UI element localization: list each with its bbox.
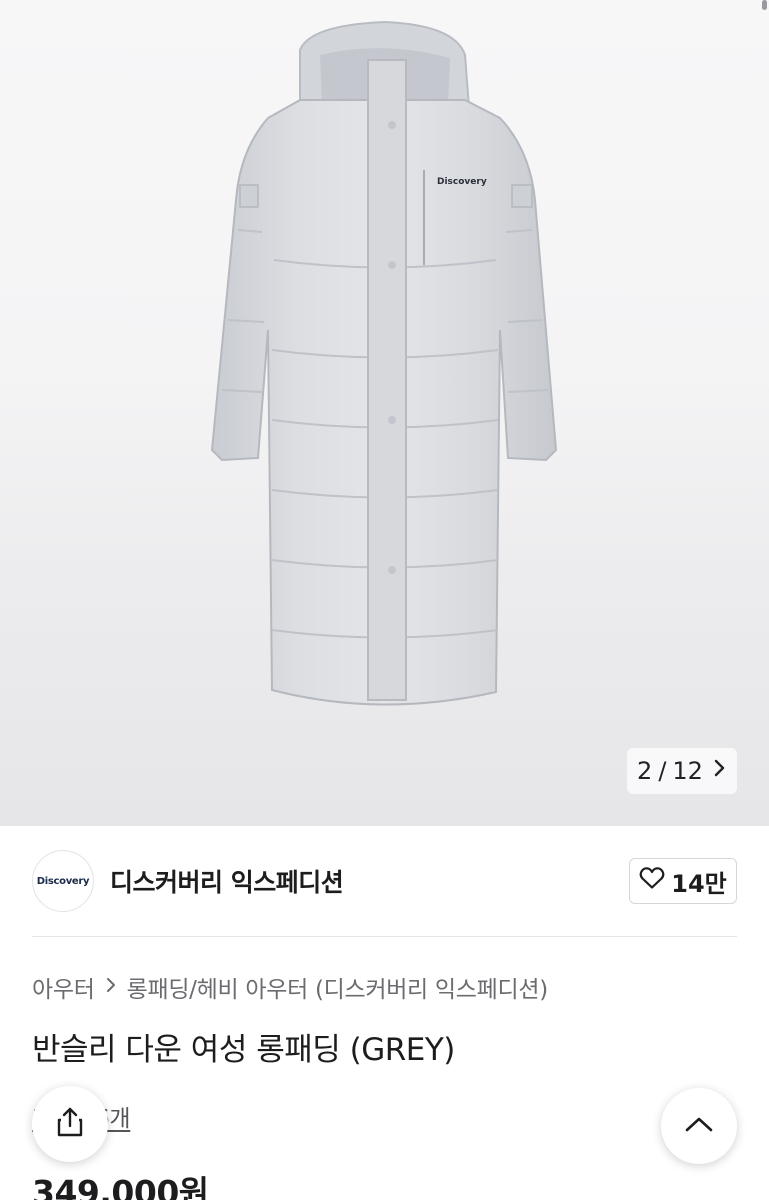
product-title: 반슬리 다운 여성 롱패딩 (GREY) xyxy=(32,1032,455,1068)
breadcrumb: 아우터 롱패딩/헤비 아우터 (디스커버리 익스페디션) xyxy=(32,970,548,1004)
product-price: 349,000원 xyxy=(32,1173,209,1200)
current-image-index: 2 xyxy=(637,757,653,785)
like-button[interactable]: 14만 xyxy=(629,858,737,904)
heart-icon xyxy=(639,866,665,896)
chevron-right-icon xyxy=(105,975,117,999)
breadcrumb-category[interactable]: 아우터 xyxy=(32,970,95,1004)
brand-logo[interactable]: Discovery xyxy=(32,850,94,912)
share-button[interactable] xyxy=(32,1086,108,1162)
total-image-count: 12 xyxy=(672,757,703,785)
share-icon xyxy=(55,1106,85,1142)
divider xyxy=(32,936,737,937)
chevron-up-icon xyxy=(684,1115,714,1137)
like-count: 14만 xyxy=(671,869,727,898)
chevron-right-icon xyxy=(713,758,727,784)
brand-name[interactable]: 디스커버리 익스페디션 xyxy=(110,863,344,899)
brand-logo-text: Discovery xyxy=(36,875,90,887)
scroll-to-top-button[interactable] xyxy=(661,1088,737,1164)
product-image-carousel[interactable]: Discovery 2 / 12 xyxy=(0,0,769,826)
scroll-indicator xyxy=(762,0,767,10)
brand-row: Discovery 디스커버리 익스페디션 14만 xyxy=(32,850,737,912)
coat-logo-text: Discovery xyxy=(437,177,487,187)
image-counter[interactable]: 2 / 12 xyxy=(627,748,737,794)
breadcrumb-subcategory[interactable]: 롱패딩/헤비 아우터 (디스커버리 익스페디션) xyxy=(127,970,549,1004)
product-image: Discovery xyxy=(210,20,558,706)
counter-separator: / xyxy=(658,757,667,785)
